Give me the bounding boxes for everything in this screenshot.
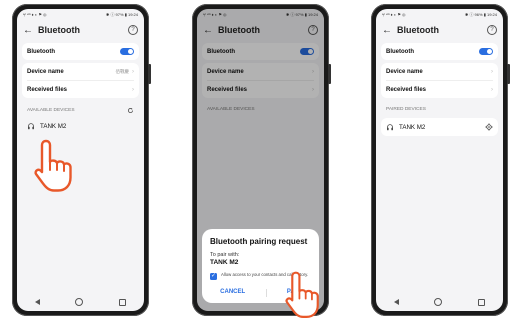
device-name-row[interactable]: Device name › [207,63,314,80]
dialog-device-name: TANK M2 [210,259,239,266]
section-label-text: AVAILABLE DEVICES [27,108,75,113]
help-icon[interactable]: ? [128,25,138,35]
dialog-title: Bluetooth pairing request [210,237,308,246]
bluetooth-label: Bluetooth [386,48,414,55]
phone-screen-3: ᵃᵢˡ ⁴ᴳ ♦ ◐ ⚑ ◎ ✱ ⓘ 96% ▮ 19:24 ← Bluetoo… [376,9,503,311]
received-files-label: Received files [27,86,68,93]
device-name: TANK M2 [399,123,426,131]
page-title: Bluetooth [397,25,439,35]
home-nav-icon[interactable] [75,298,84,306]
status-right: ✱ ⓘ 96% ▮ 19:24 [464,11,497,17]
device-name: TANK M2 [40,122,67,130]
bluetooth-toggle[interactable] [300,48,314,55]
settings-card: Device name › Received files › [381,63,498,98]
status-left: ᵃᵢˡ ⁴ᴳ ♦ ◐ ⚑ ◎ [23,12,47,17]
received-files-label: Received files [207,86,248,93]
recents-nav-icon[interactable] [119,298,127,306]
bluetooth-toggle[interactable] [479,48,493,55]
section-label-text: PAIRED DEVICES [386,107,426,112]
cancel-button[interactable]: CANCEL [220,289,245,297]
button-divider [265,289,267,297]
section-label: AVAILABLE DEVICES [197,101,324,115]
bluetooth-toggle-card: Bluetooth [22,43,139,60]
status-bar: ᵃᵢˡ ⁴ᴳ ♦ ◐ ⚑ ◎ ✱ ⓘ 97% ▮ 19:24 [197,9,324,20]
navigation-bar [376,297,503,307]
status-left: ᵃᵢˡ ⁴ᴳ ♦ ◐ ⚑ ◎ [203,12,227,17]
phone-screen-2: ᵃᵢˡ ⁴ᴳ ♦ ◐ ⚑ ◎ ✱ ⓘ 97% ▮ 19:24 ← Bluetoo… [197,9,324,311]
bluetooth-toggle-row[interactable]: Bluetooth [27,43,134,60]
chevron-right-icon: › [312,68,314,75]
back-nav-icon[interactable] [393,299,399,305]
section-label: AVAILABLE DEVICES [17,101,144,117]
list-item-tank-m2[interactable]: TANK M2 [17,117,144,135]
received-files-row[interactable]: Received files › [207,80,314,98]
refresh-icon[interactable] [127,107,134,114]
pointing-hand-icon [34,139,72,192]
help-icon[interactable]: ? [308,25,318,35]
headphones-icon [387,124,393,131]
bluetooth-toggle-row[interactable]: Bluetooth [207,43,314,60]
received-files-row[interactable]: Received files › [386,80,493,98]
back-arrow-icon[interactable]: ← [382,25,392,36]
device-name-row[interactable]: Device name › [386,63,493,80]
device-name-label: Device name [386,68,423,75]
section-label-text: AVAILABLE DEVICES [207,107,255,112]
page-title: Bluetooth [218,25,260,35]
paired-devices-card: TANK M2 [381,118,498,136]
list-item-tank-m2[interactable]: TANK M2 [386,118,493,136]
received-files-label: Received files [386,86,427,93]
back-arrow-icon[interactable]: ← [23,25,33,36]
chevron-right-icon: › [132,86,134,93]
dialog-subtitle: To pair with: [210,252,240,258]
status-left: ᵃᵢˡ ⁴ᴳ ♦ ◐ ⚑ ◎ [382,12,406,17]
status-bar: ᵃᵢˡ ⁴ᴳ ♦ ◐ ⚑ ◎ ✱ ⓘ 97% ▮ 19:24 [17,9,144,20]
help-icon[interactable]: ? [487,25,497,35]
bluetooth-toggle-row[interactable]: Bluetooth [386,43,493,60]
back-nav-icon[interactable] [34,299,40,305]
received-files-row[interactable]: Received files › [27,80,134,98]
status-bar: ᵃᵢˡ ⁴ᴳ ♦ ◐ ⚑ ◎ ✱ ⓘ 96% ▮ 19:24 [376,9,503,20]
chevron-right-icon: › [132,68,134,75]
phone-frame-3: ᵃᵢˡ ⁴ᴳ ♦ ◐ ⚑ ◎ ✱ ⓘ 96% ▮ 19:24 ← Bluetoo… [371,4,510,316]
chevron-right-icon: › [491,68,493,75]
status-right: ✱ ⓘ 97% ▮ 19:24 [105,11,138,17]
settings-card: Device name › Received files › [202,63,319,98]
title-bar: ← Bluetooth ? [376,20,503,40]
page-title: Bluetooth [38,25,80,35]
chevron-right-icon: › [312,86,314,93]
recents-nav-icon[interactable] [478,298,486,306]
back-arrow-icon[interactable]: ← [203,25,213,36]
settings-card: Device name 佰戰慶 › Received files › [22,63,139,98]
home-nav-icon[interactable] [434,298,443,306]
pointing-hand-icon [285,271,319,318]
phone-frame-1: ᵃᵢˡ ⁴ᴳ ♦ ◐ ⚑ ◎ ✱ ⓘ 97% ▮ 19:24 ← Bluetoo… [12,4,151,316]
headphones-icon [28,123,34,130]
title-bar: ← Bluetooth ? [17,20,144,40]
status-right: ✱ ⓘ 97% ▮ 19:24 [285,11,318,17]
navigation-bar [17,297,144,307]
bluetooth-toggle-card: Bluetooth [202,43,319,60]
checkbox-checked-icon[interactable]: ✓ [210,273,217,280]
device-name-row[interactable]: Device name 佰戰慶 › [27,63,134,80]
device-name-label: Device name [27,68,64,75]
gear-icon[interactable] [485,123,493,131]
title-bar: ← Bluetooth ? [197,20,324,40]
device-name-label: Device name [207,68,244,75]
device-name-value: 佰戰慶 [115,68,130,74]
bluetooth-toggle-card: Bluetooth [381,43,498,60]
section-label: PAIRED DEVICES [376,101,503,115]
bluetooth-label: Bluetooth [207,48,235,55]
bluetooth-label: Bluetooth [27,48,55,55]
bluetooth-toggle[interactable] [120,48,134,55]
chevron-right-icon: › [491,86,493,93]
